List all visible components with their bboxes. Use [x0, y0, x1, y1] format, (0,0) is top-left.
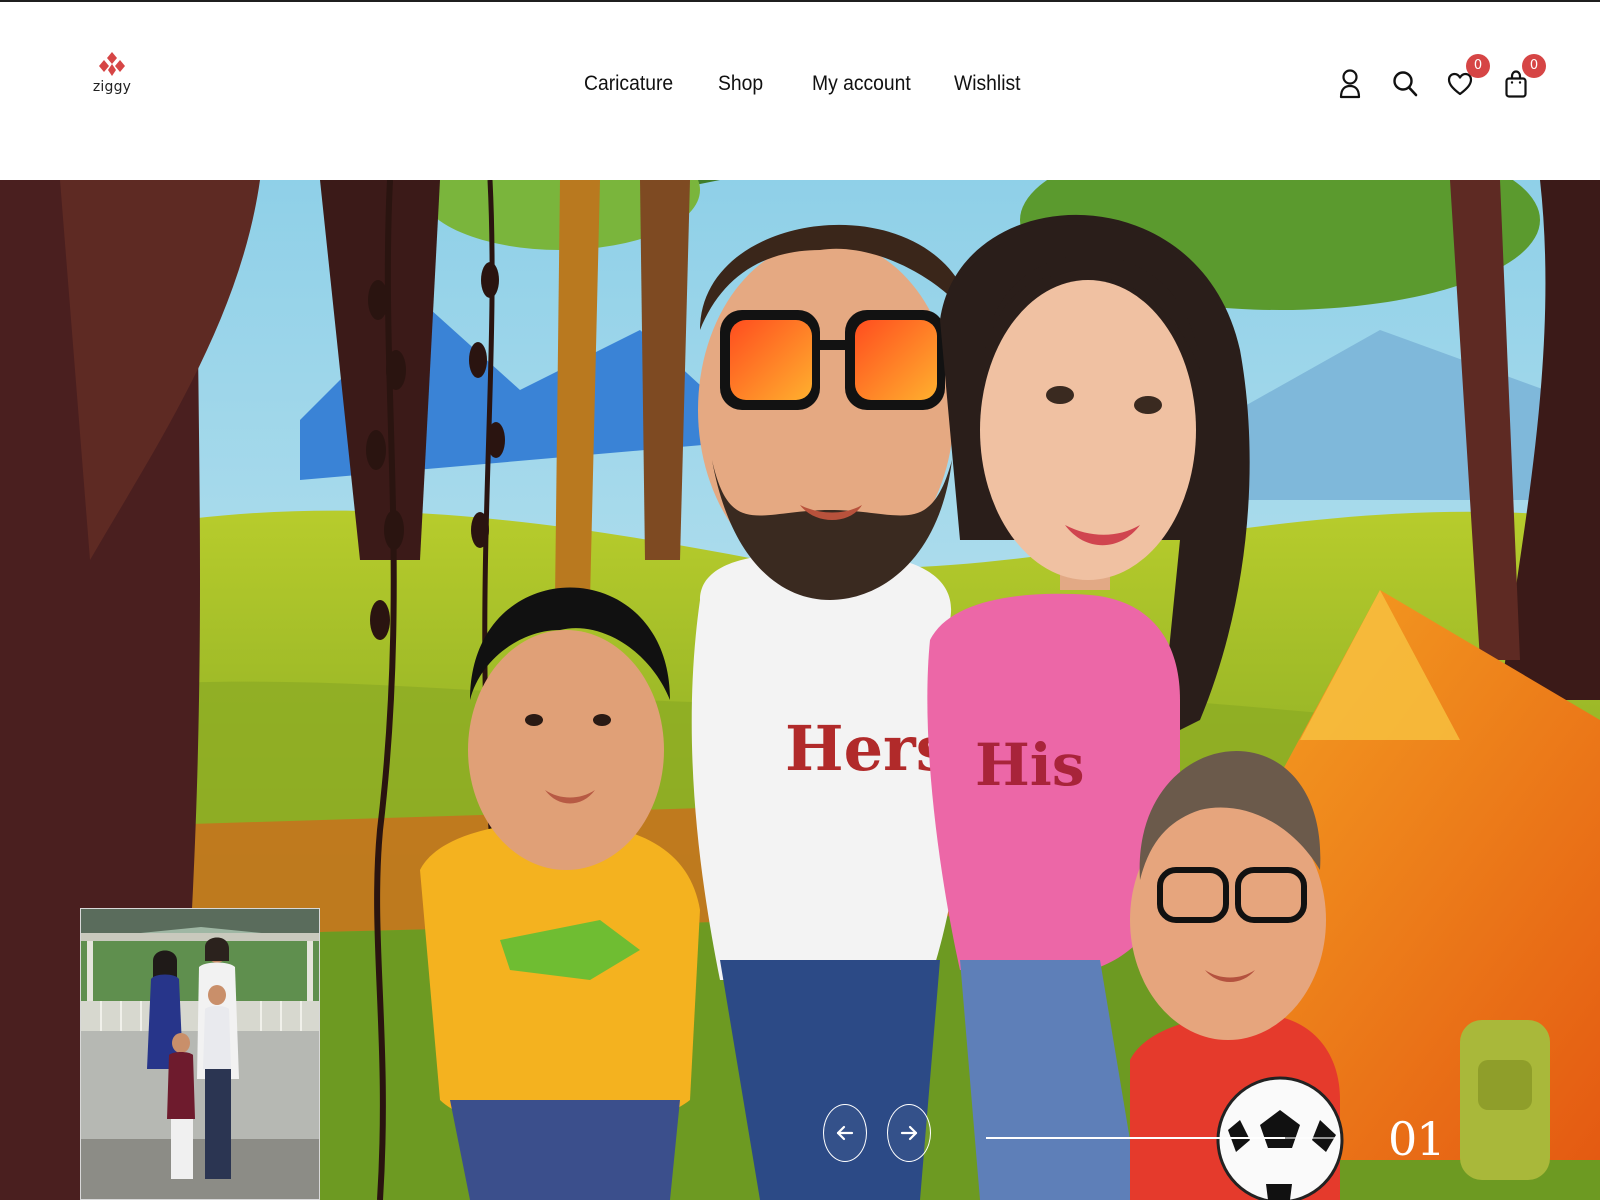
site-logo[interactable]: ziggy: [92, 52, 132, 102]
account-button[interactable]: [1334, 66, 1366, 102]
diamond-cluster-icon: [99, 52, 125, 76]
slide-progress-fill: [986, 1137, 1286, 1139]
slide-progress-track: [986, 1137, 1338, 1139]
cart-count-badge: 0: [1522, 54, 1546, 78]
nav-item-caricature[interactable]: Caricature: [584, 66, 673, 102]
next-slide-button[interactable]: [887, 1104, 931, 1162]
wishlist-button[interactable]: 0: [1444, 54, 1490, 102]
shirt-text-hers: Hers: [785, 712, 951, 785]
shirt-text-his: His: [975, 731, 1085, 799]
heart-icon: [1447, 72, 1473, 96]
nav-item-wishlist[interactable]: Wishlist: [954, 66, 1021, 102]
site-header: ziggy Caricature Shop My account Wishlis…: [0, 2, 1600, 180]
arrow-right-icon: [900, 1125, 918, 1141]
search-icon: [1393, 71, 1418, 97]
previous-slide-button[interactable]: [823, 1104, 867, 1162]
wishlist-count-badge: 0: [1466, 54, 1490, 78]
family-photo-image: [81, 909, 319, 1199]
user-icon: [1339, 69, 1361, 99]
nav-item-shop[interactable]: Shop: [718, 66, 763, 102]
search-button[interactable]: [1389, 66, 1421, 102]
logo-text: ziggy: [92, 79, 132, 95]
arrow-left-icon: [836, 1125, 854, 1141]
nav-item-my-account[interactable]: My account: [812, 66, 911, 102]
cart-button[interactable]: 0: [1500, 54, 1546, 102]
original-photo-thumbnail[interactable]: [80, 908, 320, 1200]
slide-counter: 01: [1388, 1112, 1446, 1166]
